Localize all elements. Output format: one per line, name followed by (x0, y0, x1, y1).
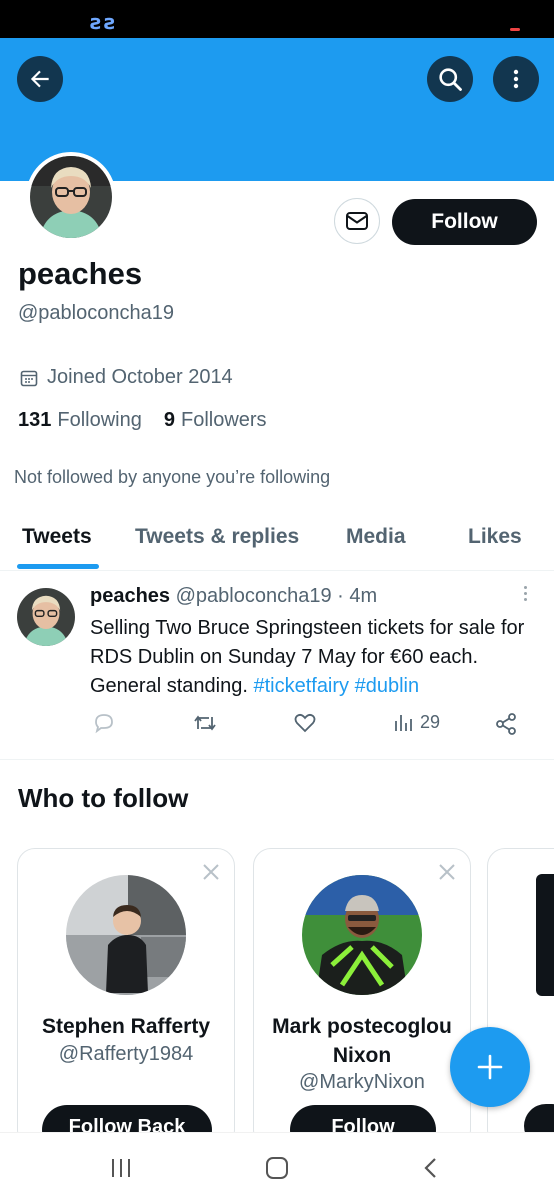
retweet-icon (194, 715, 216, 731)
hashtag-link[interactable]: #dublin (355, 675, 420, 697)
views-button[interactable]: 29 (394, 712, 440, 733)
reply-icon (95, 714, 113, 734)
status-logo: ꙅꙅ (90, 10, 118, 34)
plus-icon (477, 1054, 503, 1080)
follow-suggestion-card[interactable]: Stephen Rafferty @Rafferty1984 Follow Ba… (17, 848, 235, 1148)
status-bar: ꙅꙅ (0, 0, 554, 38)
back-arrow-icon (30, 70, 49, 88)
suggestion-avatar[interactable] (302, 875, 422, 995)
close-icon[interactable] (438, 863, 456, 881)
tweet-more-icon[interactable] (521, 586, 529, 601)
suggestion-name: Mark postecoglou Nixon (272, 1015, 452, 1067)
suggestion-handle: @MarkyNixon (299, 1071, 425, 1093)
close-icon[interactable] (202, 863, 220, 881)
chevron-left-icon (424, 1158, 436, 1178)
profile-handle: @pabloconcha19 (18, 302, 174, 324)
not-followed-note: Not followed by anyone you’re following (14, 467, 331, 487)
joined-text: Joined October 2014 (47, 366, 233, 388)
following-count: 131 (18, 409, 52, 431)
tweet-avatar[interactable] (17, 588, 75, 646)
avatar-image (17, 588, 75, 646)
tab-tweets[interactable]: Tweets (22, 525, 92, 549)
followers-link[interactable]: 9 Followers (164, 409, 267, 432)
tweet-header: peaches @pabloconcha19 · 4m (90, 585, 377, 608)
back-button[interactable] (17, 56, 63, 102)
profile-tabs: Tweets Tweets & replies Media Likes (0, 512, 554, 571)
home-button[interactable] (262, 1153, 292, 1183)
follow-counts: 131 Following 9 Followers (18, 409, 267, 432)
joined-date: Joined October 2014 (20, 366, 233, 389)
profile-avatar[interactable] (26, 152, 116, 242)
followers-label: Followers (180, 409, 267, 431)
follow-button[interactable]: Follow (392, 199, 537, 245)
retweet-button[interactable] (192, 712, 218, 734)
calendar-icon (20, 370, 38, 386)
recent-apps-icon (112, 1159, 130, 1177)
suggestion-handle: @Rafferty1984 (58, 1043, 194, 1065)
share-icon (496, 713, 516, 735)
tab-likes[interactable]: Likes (468, 525, 522, 549)
following-label: Following (57, 409, 142, 431)
search-button[interactable] (427, 56, 473, 102)
avatar-image (302, 875, 422, 995)
suggestion-avatar[interactable] (66, 875, 186, 995)
follow-suggestion-card[interactable]: Mark postecoglou Nixon @MarkyNixon Follo… (253, 848, 471, 1148)
tweet-author-name[interactable]: peaches (90, 585, 170, 607)
tweet[interactable]: peaches @pabloconcha19 · 4m Selling Two … (0, 572, 554, 760)
tweet-text: Selling Two Bruce Springsteen tickets fo… (90, 614, 545, 701)
share-button[interactable] (494, 712, 518, 736)
more-button[interactable] (493, 56, 539, 102)
heart-icon (294, 713, 316, 733)
mail-icon (346, 212, 368, 230)
message-button[interactable] (334, 198, 380, 244)
avatar-image (66, 875, 186, 995)
recent-apps-button[interactable] (106, 1153, 136, 1183)
avatar-image (30, 156, 112, 238)
tab-media[interactable]: Media (346, 525, 406, 549)
system-back-button[interactable] (416, 1153, 446, 1183)
profile-display-name: peaches (18, 256, 143, 291)
home-icon (266, 1157, 288, 1179)
followers-count: 9 (163, 409, 175, 431)
suggestion-avatar[interactable] (536, 874, 554, 996)
views-icon (395, 714, 412, 731)
like-button[interactable] (293, 712, 317, 734)
tab-tweets-replies[interactable]: Tweets & replies (135, 525, 299, 549)
active-tab-indicator (17, 564, 99, 569)
more-vertical-icon (513, 69, 519, 89)
system-navigation-bar (0, 1132, 554, 1200)
suggestion-name: Stephen Rafferty (41, 1015, 211, 1038)
tweet-actions: 29 (0, 712, 554, 742)
who-to-follow-title: Who to follow (18, 783, 189, 813)
status-indicator (510, 28, 520, 31)
compose-tweet-button[interactable] (450, 1027, 530, 1107)
search-icon (439, 68, 462, 91)
reply-button[interactable] (92, 712, 116, 734)
hashtag-link[interactable]: #ticketfairy (253, 675, 349, 697)
views-count: 29 (420, 712, 441, 732)
tweet-author-meta: @pabloconcha19 · 4m (175, 585, 378, 607)
following-link[interactable]: 131 Following (18, 409, 142, 432)
